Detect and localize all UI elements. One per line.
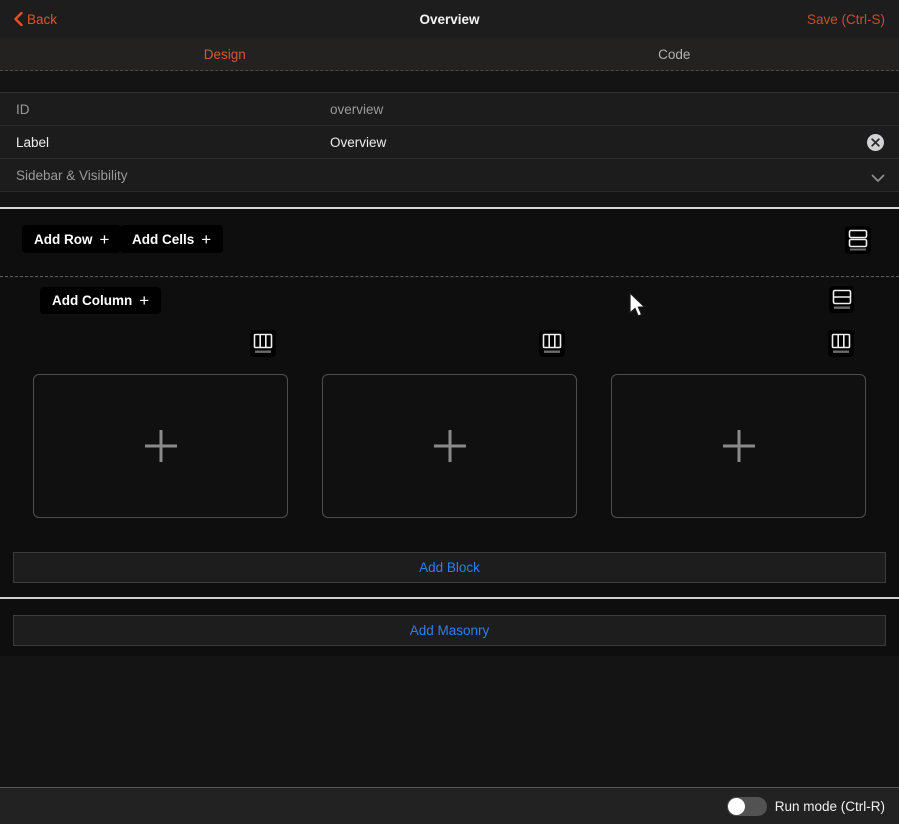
cells-layout-icon	[832, 289, 852, 310]
tab-bar: Design Code	[0, 38, 899, 71]
add-plus-icon	[431, 427, 469, 465]
save-button[interactable]: Save (Ctrl-S)	[807, 0, 885, 38]
add-block-button[interactable]: Add Block	[13, 552, 886, 583]
plus-icon: +	[139, 292, 149, 309]
masonry-section: Add Masonry	[0, 599, 899, 656]
label-label: Label	[16, 135, 49, 150]
sidebar-visibility-label: Sidebar & Visibility	[16, 168, 128, 183]
columns-layout-icon	[542, 333, 562, 354]
row-canvas: Add Column +	[0, 278, 899, 597]
add-masonry-button[interactable]: Add Masonry	[13, 615, 886, 646]
run-mode-toggle[interactable]	[727, 797, 767, 816]
id-value[interactable]: overview	[330, 102, 383, 117]
row-layout-button[interactable]	[845, 226, 871, 254]
columns-layout-icon	[253, 333, 273, 354]
chevron-left-icon	[14, 12, 23, 26]
chevron-down-icon[interactable]	[871, 170, 885, 188]
empty-cell-1[interactable]	[33, 374, 288, 518]
add-row-button[interactable]: Add Row +	[22, 225, 121, 253]
form-row-label: Label Overview	[0, 126, 899, 159]
form-row-sidebar-visibility[interactable]: Sidebar & Visibility	[0, 159, 899, 192]
back-button[interactable]: Back	[14, 0, 57, 38]
id-label: ID	[16, 102, 30, 117]
add-row-label: Add Row	[34, 232, 93, 247]
column-layout-button-2[interactable]	[539, 330, 565, 357]
add-plus-icon	[142, 427, 180, 465]
clear-label-button[interactable]	[867, 134, 884, 151]
toggle-knob	[728, 798, 745, 815]
columns-layout-icon	[831, 333, 851, 354]
cell-layout-button[interactable]	[829, 286, 854, 313]
layout-toolbar: Add Row + Add Cells +	[0, 209, 899, 277]
tab-design[interactable]: Design	[0, 38, 450, 70]
back-label: Back	[27, 12, 57, 27]
add-column-label: Add Column	[52, 293, 132, 308]
add-column-button[interactable]: Add Column +	[40, 287, 161, 314]
page-title: Overview	[0, 0, 899, 38]
properties-form: ID overview Label Overview Sidebar & Vis…	[0, 92, 899, 192]
add-plus-icon	[720, 427, 758, 465]
plus-icon: +	[100, 231, 110, 248]
plus-icon: +	[201, 231, 211, 248]
tab-code[interactable]: Code	[450, 38, 899, 70]
empty-cell-2[interactable]	[322, 374, 577, 518]
run-mode-label: Run mode (Ctrl-R)	[775, 788, 885, 824]
header-bar: Back Overview Save (Ctrl-S)	[0, 0, 899, 38]
column-layout-button-3[interactable]	[828, 330, 854, 357]
form-row-id: ID overview	[0, 93, 899, 126]
add-cells-label: Add Cells	[132, 232, 194, 247]
label-value[interactable]: Overview	[330, 135, 386, 150]
rows-layout-icon	[848, 229, 868, 251]
add-cells-button[interactable]: Add Cells +	[120, 225, 223, 253]
column-layout-button-1[interactable]	[250, 330, 276, 357]
x-icon	[871, 138, 880, 147]
footer-bar: Run mode (Ctrl-R)	[0, 787, 899, 824]
empty-cell-3[interactable]	[611, 374, 866, 518]
